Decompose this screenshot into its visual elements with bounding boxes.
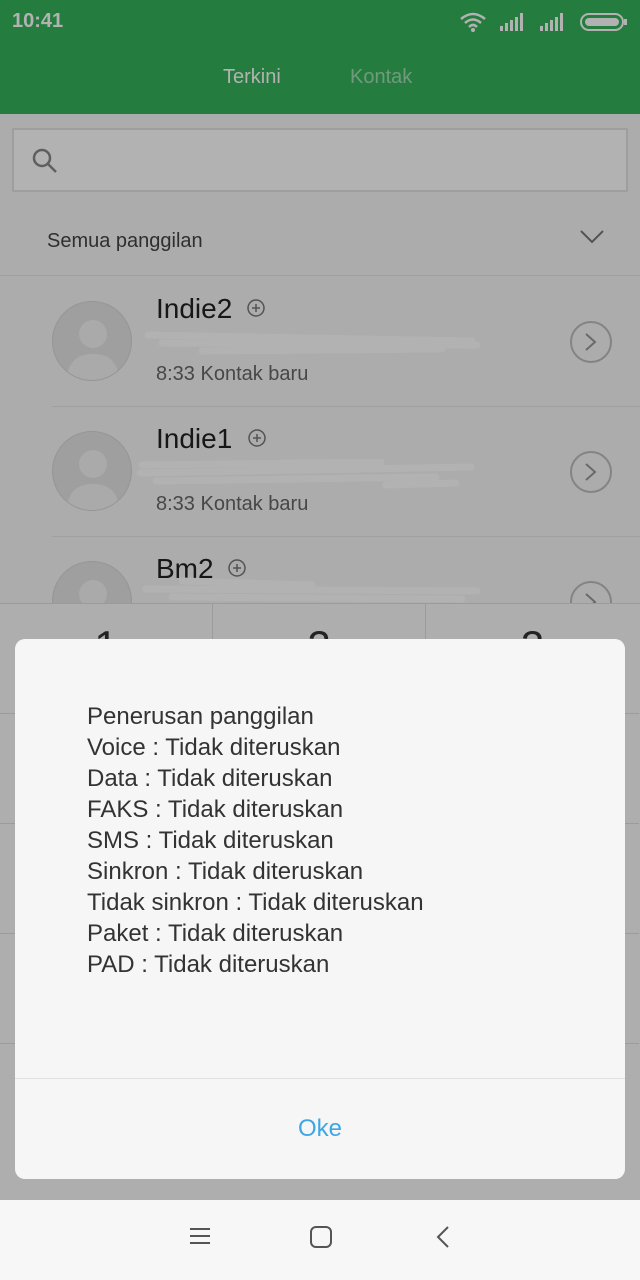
dialog-line: PAD : Tidak diteruskan — [87, 951, 330, 978]
home-icon[interactable] — [310, 1226, 332, 1248]
dialer-app: 10:41 Terkini Kontak Semua panggilan Ind… — [0, 0, 640, 1280]
ok-button[interactable]: Oke — [15, 1079, 625, 1179]
dialog-line: Data : Tidak diteruskan — [87, 765, 333, 792]
dialog-line: SMS : Tidak diteruskan — [87, 827, 334, 854]
dialog-line: Penerusan panggilan — [87, 703, 314, 730]
dialog-line: Voice : Tidak diteruskan — [87, 734, 341, 761]
dialog-line: Sinkron : Tidak diteruskan — [87, 858, 364, 885]
menu-icon[interactable] — [190, 1226, 210, 1246]
call-forwarding-dialog: Penerusan panggilan Voice : Tidak diteru… — [15, 639, 625, 1179]
dialog-line: Paket : Tidak diteruskan — [87, 920, 344, 947]
dialog-line: Tidak sinkron : Tidak diteruskan — [87, 889, 424, 916]
dialog-message: Penerusan panggilan Voice : Tidak diteru… — [87, 701, 607, 980]
back-icon[interactable] — [436, 1226, 450, 1248]
system-nav-bar — [0, 1200, 640, 1280]
dialog-line: FAKS : Tidak diteruskan — [87, 796, 344, 823]
